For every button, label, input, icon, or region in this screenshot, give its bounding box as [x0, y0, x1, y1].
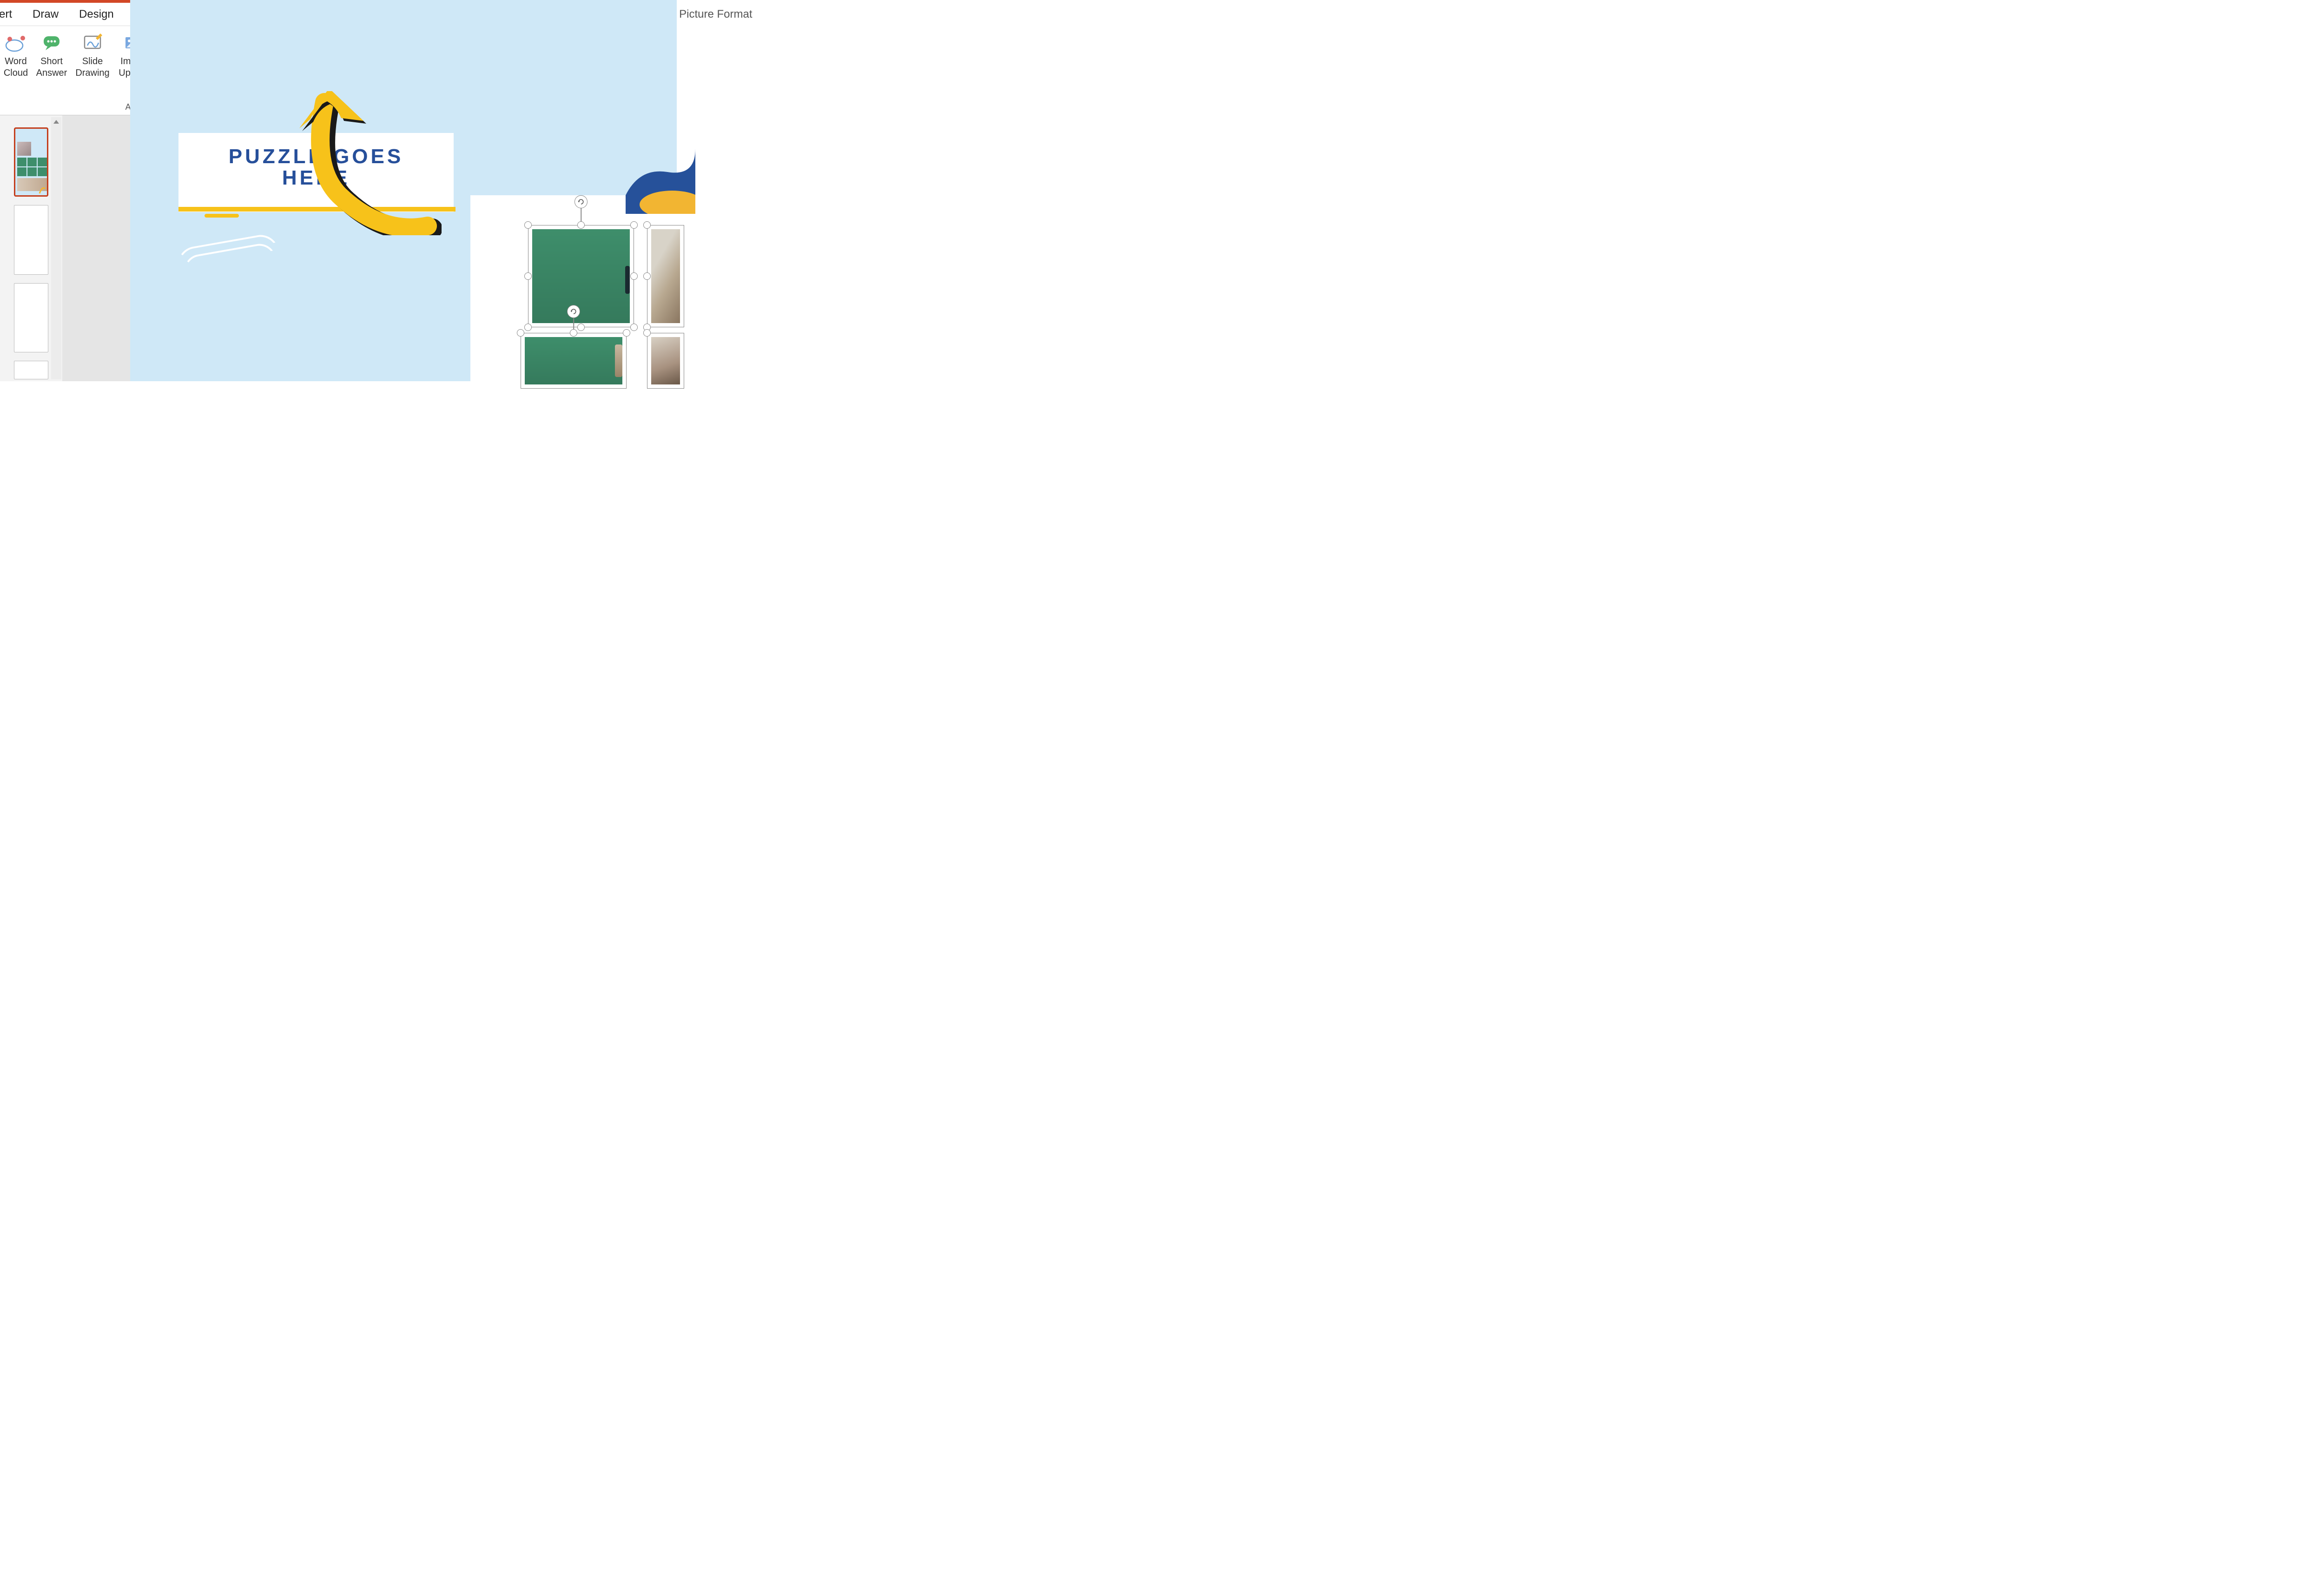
btn-word-cloud[interactable]: Word Cloud	[2, 31, 30, 92]
slide-title-box[interactable]: PUZZLE GOESHERE	[178, 133, 454, 212]
tab-picture-format[interactable]: Picture Format	[678, 4, 753, 25]
btn-label: Word Cloud	[4, 56, 28, 79]
decorative-blob	[621, 149, 695, 214]
selected-object-2[interactable]	[647, 225, 684, 327]
app-root: ert Draw Design Transitions Animations S…	[0, 0, 677, 381]
selected-object-4[interactable]	[647, 333, 684, 389]
slide-title-text: PUZZLE GOESHERE	[178, 133, 454, 189]
resize-handle[interactable]	[524, 221, 532, 229]
resize-handle[interactable]	[643, 329, 651, 337]
tab-draw[interactable]: Draw	[32, 4, 59, 25]
resize-handle[interactable]	[623, 329, 630, 337]
thumbnail-scrollbar[interactable]	[51, 117, 61, 379]
resize-handle[interactable]	[577, 324, 585, 331]
rotate-handle[interactable]	[567, 305, 580, 318]
slide-thumbnail-pane	[0, 115, 62, 381]
btn-label: Slide Drawing	[75, 56, 109, 79]
slide-thumbnail-1[interactable]	[14, 127, 48, 197]
scroll-up-icon	[53, 120, 59, 124]
slide-drawing-icon	[82, 32, 103, 53]
resize-handle[interactable]	[630, 272, 638, 280]
resize-handle[interactable]	[643, 272, 651, 280]
slide-thumbnail-3[interactable]	[14, 283, 48, 352]
slide-thumbnail-2[interactable]	[14, 205, 48, 274]
resize-handle[interactable]	[630, 221, 638, 229]
resize-handle[interactable]	[643, 221, 651, 229]
selected-object-3[interactable]	[521, 333, 627, 389]
resize-handle[interactable]	[517, 329, 524, 337]
word-cloud-icon	[5, 32, 26, 53]
tab-design[interactable]: Design	[78, 4, 115, 25]
btn-slide-drawing[interactable]: Slide Drawing	[73, 31, 112, 92]
btn-label: Short Answer	[36, 56, 67, 79]
resize-handle[interactable]	[524, 324, 532, 331]
btn-short-answer[interactable]: Short Answer	[33, 31, 71, 92]
resize-handle[interactable]	[630, 324, 638, 331]
resize-handle[interactable]	[570, 329, 577, 337]
rotate-handle[interactable]	[574, 195, 588, 208]
slide-thumbnail-4[interactable]	[14, 361, 48, 379]
short-answer-icon	[41, 32, 62, 53]
title-underline	[178, 207, 456, 212]
resize-handle[interactable]	[577, 221, 585, 229]
tab-insert[interactable]: ert	[0, 4, 13, 25]
title-underline-accent	[205, 214, 239, 218]
selected-object-1[interactable]	[528, 225, 634, 327]
resize-handle[interactable]	[524, 272, 532, 280]
